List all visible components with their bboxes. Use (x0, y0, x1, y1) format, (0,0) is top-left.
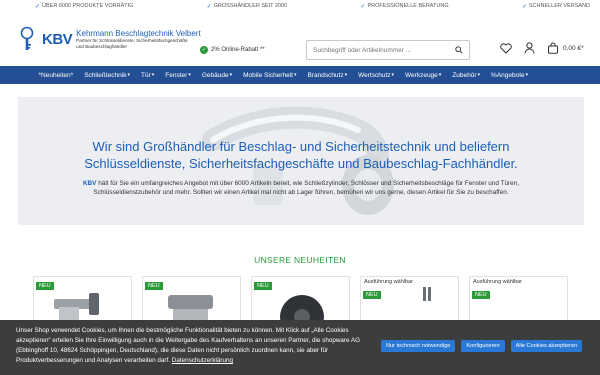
chevron-down-icon: ▾ (344, 72, 348, 78)
new-badge: NEU (145, 282, 163, 290)
cookie-banner: Unser Shop verwendet Cookies, um Ihnen d… (0, 320, 600, 375)
variant-label: Ausführung wählbar (471, 279, 524, 285)
check-icon: ✓ (35, 3, 41, 10)
usp-item: ✓ SCHNELLER VERSAND (521, 3, 590, 10)
logo-mark: KBV (42, 30, 73, 48)
cookie-buttons: Nur technisch notwendige Konfigurieren A… (381, 340, 583, 352)
header: KBV Kehrmann Beschlagtechnik Velbert Par… (0, 12, 600, 66)
nav-item-werkzeuge[interactable]: Werkzeuge ▾ (400, 66, 447, 84)
header-actions: 0,00 €* (500, 42, 584, 54)
nav-item-neuheiten[interactable]: *Neuheiten* (33, 66, 79, 84)
online-rebate: ✓ 2% Online-Rabatt ** (200, 46, 265, 54)
chevron-down-icon: ▾ (477, 72, 481, 78)
usp-item: ✓ PROFESSIONELLE BERATUNG (360, 3, 449, 10)
hero-description: KBV hält für Sie ein umfangreiches Angeb… (82, 180, 520, 196)
usp-item: ✓ GROSSHÄNDLER SEIT 2000 (206, 3, 288, 10)
cart-total: 0,00 €* (563, 44, 584, 52)
privacy-policy-link[interactable]: Datenschutzerklärung (172, 357, 233, 364)
logo-text: Kehrmann Beschlagtechnik Velbert Partner… (76, 29, 201, 49)
wishlist-heart-icon[interactable] (500, 42, 512, 54)
variant-label: Ausführung wählbar (362, 279, 415, 285)
section-title-neuheiten: UNSERE NEUHEITEN (254, 255, 346, 265)
hero-title: Wir sind Großhändler für Beschlag- und S… (84, 139, 518, 171)
chevron-down-icon: ▾ (188, 72, 191, 78)
nav-item-gebaeude[interactable]: Gebäude ▾ (196, 66, 237, 84)
new-badge: NEU (472, 291, 490, 299)
key-logo-icon (20, 26, 34, 50)
new-badge: NEU (36, 282, 54, 290)
logo[interactable]: KBV Kehrmann Beschlagtechnik Velbert Par… (16, 26, 201, 52)
logo-title: Kehrmann Beschlagtechnik Velbert (76, 29, 201, 38)
shopping-bag-icon (548, 42, 558, 54)
check-icon: ✓ (206, 3, 212, 10)
chevron-down-icon: ▾ (127, 72, 130, 78)
chevron-down-icon: ▾ (293, 72, 297, 78)
usp-bar: ✓ ÜBER 6000 PRODUKTE VORRÄTIG ✓ GROSSHÄNDL… (0, 0, 600, 12)
chevron-down-icon: ▾ (525, 72, 529, 78)
search-input[interactable] (313, 46, 453, 54)
nav-item-angebote[interactable]: %Angebote ▾ (486, 66, 534, 84)
chevron-down-icon: ▾ (151, 72, 155, 78)
account-user-icon[interactable] (524, 42, 535, 54)
logo-subtitle: und Baubeschlaghändler (76, 43, 127, 49)
cart-button[interactable]: 0,00 €* (547, 42, 584, 54)
new-badge: NEU (254, 282, 272, 290)
nav-item-fenster[interactable]: Fenster ▾ (160, 66, 197, 84)
check-circle-icon: ✓ (200, 46, 208, 54)
cookie-configure-button[interactable]: Konfigurieren (461, 340, 505, 352)
nav-item-brandschutz[interactable]: Brandschutz ▾ (302, 66, 353, 84)
cookie-text: Unser Shop verwendet Cookies, um Ihnen d… (16, 327, 360, 364)
hero-banner: Wir sind Großhändler für Beschlag- und S… (18, 97, 584, 225)
chevron-down-icon: ▾ (391, 72, 395, 78)
check-icon: ✓ (360, 3, 366, 10)
nav-item-mobile-sicherheit[interactable]: Mobile Sicherheit ▾ (238, 66, 302, 84)
main-navigation: *Neuheiten* Schließtechnik ▾ Tür ▾ Fenster… (0, 66, 600, 84)
nav-item-tuer[interactable]: Tür ▾ (136, 66, 160, 84)
nav-item-wertschutz[interactable]: Wertschutz ▾ (353, 66, 400, 84)
usp-item: ✓ ÜBER 6000 PRODUKTE VORRÄTIG (35, 3, 134, 10)
new-badge: NEU (363, 291, 381, 299)
nav-item-zubehoer[interactable]: Zubehör ▾ (447, 66, 486, 84)
chevron-down-icon: ▾ (229, 72, 233, 78)
cookie-accept-all-button[interactable]: Alle Cookies akzeptieren (510, 340, 583, 352)
cookie-necessary-button[interactable]: Nur technisch notwendige (381, 340, 456, 352)
search-icon[interactable] (455, 46, 463, 54)
nav-item-schliesstechnik[interactable]: Schließtechnik ▾ (79, 66, 136, 84)
search-box (306, 40, 470, 60)
brand-name: KBV (82, 180, 97, 187)
chevron-down-icon: ▾ (438, 72, 442, 78)
check-icon: ✓ (521, 3, 527, 10)
